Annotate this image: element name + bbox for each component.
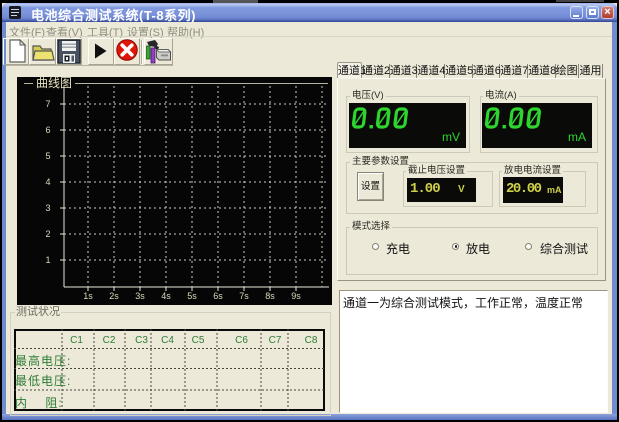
svg-text:C5: C5 — [192, 335, 205, 346]
svg-text:mV: mV — [442, 130, 460, 144]
svg-text:6: 6 — [45, 125, 50, 135]
svg-text:C1: C1 — [70, 335, 83, 346]
svg-text:C8: C8 — [305, 335, 318, 346]
svg-text:3: 3 — [45, 203, 50, 213]
svg-text:C3: C3 — [135, 335, 148, 346]
svg-text:C4: C4 — [161, 335, 174, 346]
svg-text:C6: C6 — [235, 335, 248, 346]
svg-text:2s: 2s — [109, 291, 119, 301]
svg-text:C7: C7 — [269, 335, 282, 346]
svg-text:5: 5 — [45, 151, 50, 161]
svg-text:7s: 7s — [239, 291, 249, 301]
svg-text:1: 1 — [45, 255, 50, 265]
svg-text:2: 2 — [45, 229, 50, 239]
svg-text:5s: 5s — [187, 291, 197, 301]
svg-text:8s: 8s — [265, 291, 275, 301]
svg-text:mA: mA — [568, 130, 586, 144]
svg-text:6s: 6s — [213, 291, 223, 301]
svg-text:4s: 4s — [161, 291, 171, 301]
svg-text:9s: 9s — [291, 291, 301, 301]
svg-text:3s: 3s — [135, 291, 145, 301]
svg-text:C2: C2 — [103, 335, 116, 346]
svg-text:1s: 1s — [83, 291, 93, 301]
svg-text:4: 4 — [45, 177, 50, 187]
svg-text:7: 7 — [45, 99, 50, 109]
